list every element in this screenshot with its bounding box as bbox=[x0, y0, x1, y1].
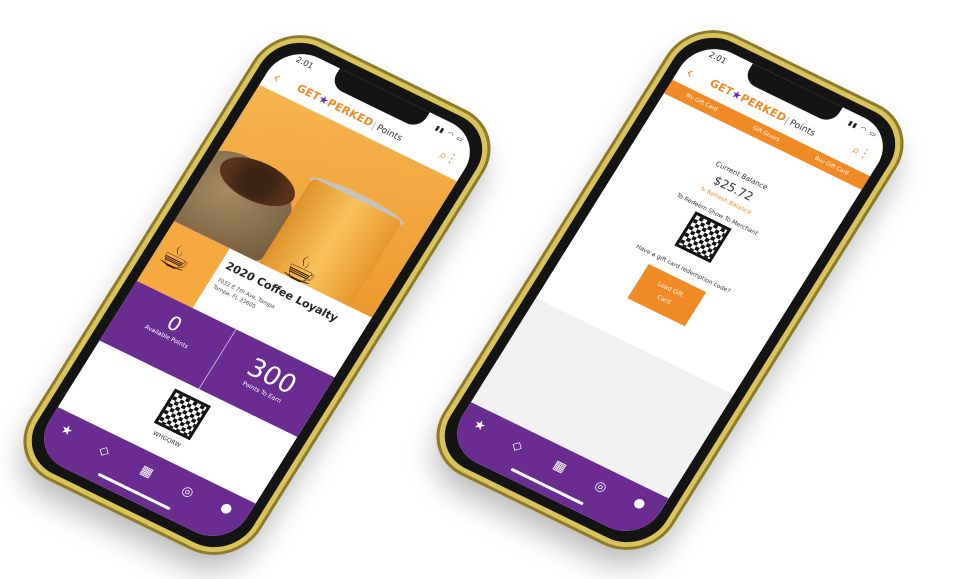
compass-icon[interactable]: ◎ bbox=[591, 478, 609, 496]
tag-icon[interactable]: ◇ bbox=[96, 443, 113, 460]
status-time: 2:01 bbox=[707, 50, 729, 66]
status-time: 2:01 bbox=[294, 55, 316, 71]
qr-scan-icon[interactable]: ▦ bbox=[550, 458, 569, 476]
phone-right: 2:01 ▮▮ ◠ ▭ ‹ GET★PERKEDPoints ⌕ ⋮ My Gi… bbox=[421, 17, 919, 563]
home-indicator bbox=[510, 467, 584, 506]
qr-code bbox=[153, 388, 212, 441]
user-icon[interactable]: ● bbox=[217, 500, 235, 518]
compass-icon[interactable]: ◎ bbox=[178, 483, 196, 501]
back-icon[interactable]: ‹ bbox=[269, 68, 285, 87]
star-icon[interactable]: ★ bbox=[470, 417, 488, 435]
phone-right-screen: 2:01 ▮▮ ◠ ▭ ‹ GET★PERKEDPoints ⌕ ⋮ My Gi… bbox=[443, 37, 897, 543]
back-icon[interactable]: ‹ bbox=[682, 63, 698, 82]
scene: 2:01 ▮▮ ◠ ▭ ‹ GET★PERKEDPoints ⌕ ⋮ ☕ ☕ 2… bbox=[0, 0, 956, 579]
star-icon[interactable]: ★ bbox=[57, 422, 75, 440]
phone-left: 2:01 ▮▮ ◠ ▭ ‹ GET★PERKEDPoints ⌕ ⋮ ☕ ☕ 2… bbox=[8, 22, 506, 568]
qr-scan-icon[interactable]: ▦ bbox=[137, 463, 156, 481]
home-indicator bbox=[97, 472, 171, 511]
user-icon[interactable]: ● bbox=[630, 495, 648, 513]
coffee-mug-icon: ☕ bbox=[151, 234, 201, 282]
phone-left-screen: 2:01 ▮▮ ◠ ▭ ‹ GET★PERKEDPoints ⌕ ⋮ ☕ ☕ 2… bbox=[30, 42, 484, 548]
tag-icon[interactable]: ◇ bbox=[509, 438, 526, 455]
